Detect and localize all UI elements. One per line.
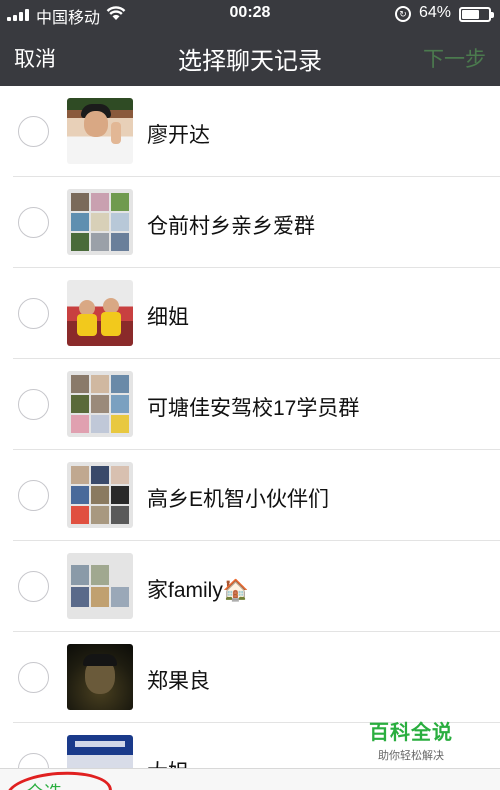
chat-row[interactable]: 高乡E机智小伙伴们 [0, 450, 500, 541]
select-checkbox[interactable] [18, 389, 49, 420]
watermark-subtitle: 助你轻松解决 [378, 750, 444, 762]
select-checkbox[interactable] [18, 116, 49, 147]
avatar [67, 462, 133, 528]
avatar [67, 280, 133, 346]
header: 中国移动 00:28 ↻ 64% 取消 选择聊天记录 下一步 [0, 0, 500, 86]
chat-row[interactable]: 家family🏠 [0, 541, 500, 632]
chat-row[interactable]: 可塘佳安驾校17学员群 [0, 359, 500, 450]
select-checkbox[interactable] [18, 753, 49, 768]
select-checkbox[interactable] [18, 480, 49, 511]
select-checkbox[interactable] [18, 571, 49, 602]
chat-name: 可塘佳安驾校17学员群 [147, 397, 360, 420]
chat-row[interactable]: 郑果良 [0, 632, 500, 723]
chat-name: 郑果良 [147, 670, 210, 693]
status-bar: 中国移动 00:28 ↻ 64% [0, 0, 500, 28]
avatar [67, 371, 133, 437]
avatar [67, 735, 133, 768]
select-checkbox[interactable] [18, 298, 49, 329]
chat-row[interactable]: 细姐 [0, 268, 500, 359]
avatar [67, 189, 133, 255]
chat-list: 廖开达 仓前村乡亲乡爱群 细姐 可塘佳安驾校17学员群 高乡E机智小伙伴们 家f… [0, 86, 500, 768]
select-checkbox[interactable] [18, 662, 49, 693]
avatar [67, 98, 133, 164]
chat-row[interactable]: 廖开达 [0, 86, 500, 177]
battery-fill [462, 10, 479, 19]
battery-percent: 64% [419, 4, 452, 21]
chat-name: 廖开达 [147, 124, 210, 147]
chat-name: 家family🏠 [147, 579, 249, 602]
nav-bar: 取消 选择聊天记录 下一步 [0, 28, 500, 86]
battery-icon [459, 7, 494, 22]
chat-name: 仓前村乡亲乡爱群 [147, 215, 315, 238]
avatar [67, 644, 133, 710]
watermark-title: 百科全说 [369, 722, 453, 744]
chat-row[interactable]: 仓前村乡亲乡爱群 [0, 177, 500, 268]
orientation-lock-icon: ↻ [395, 6, 411, 22]
avatar [67, 553, 133, 619]
chat-name: 大姐 [147, 756, 189, 768]
select-checkbox[interactable] [18, 207, 49, 238]
chat-name: 细姐 [147, 306, 189, 329]
watermark-logo: 百科全说 助你轻松解决 [355, 716, 467, 763]
next-step-button[interactable]: 下一步 [423, 43, 486, 73]
chat-name: 高乡E机智小伙伴们 [147, 488, 330, 511]
